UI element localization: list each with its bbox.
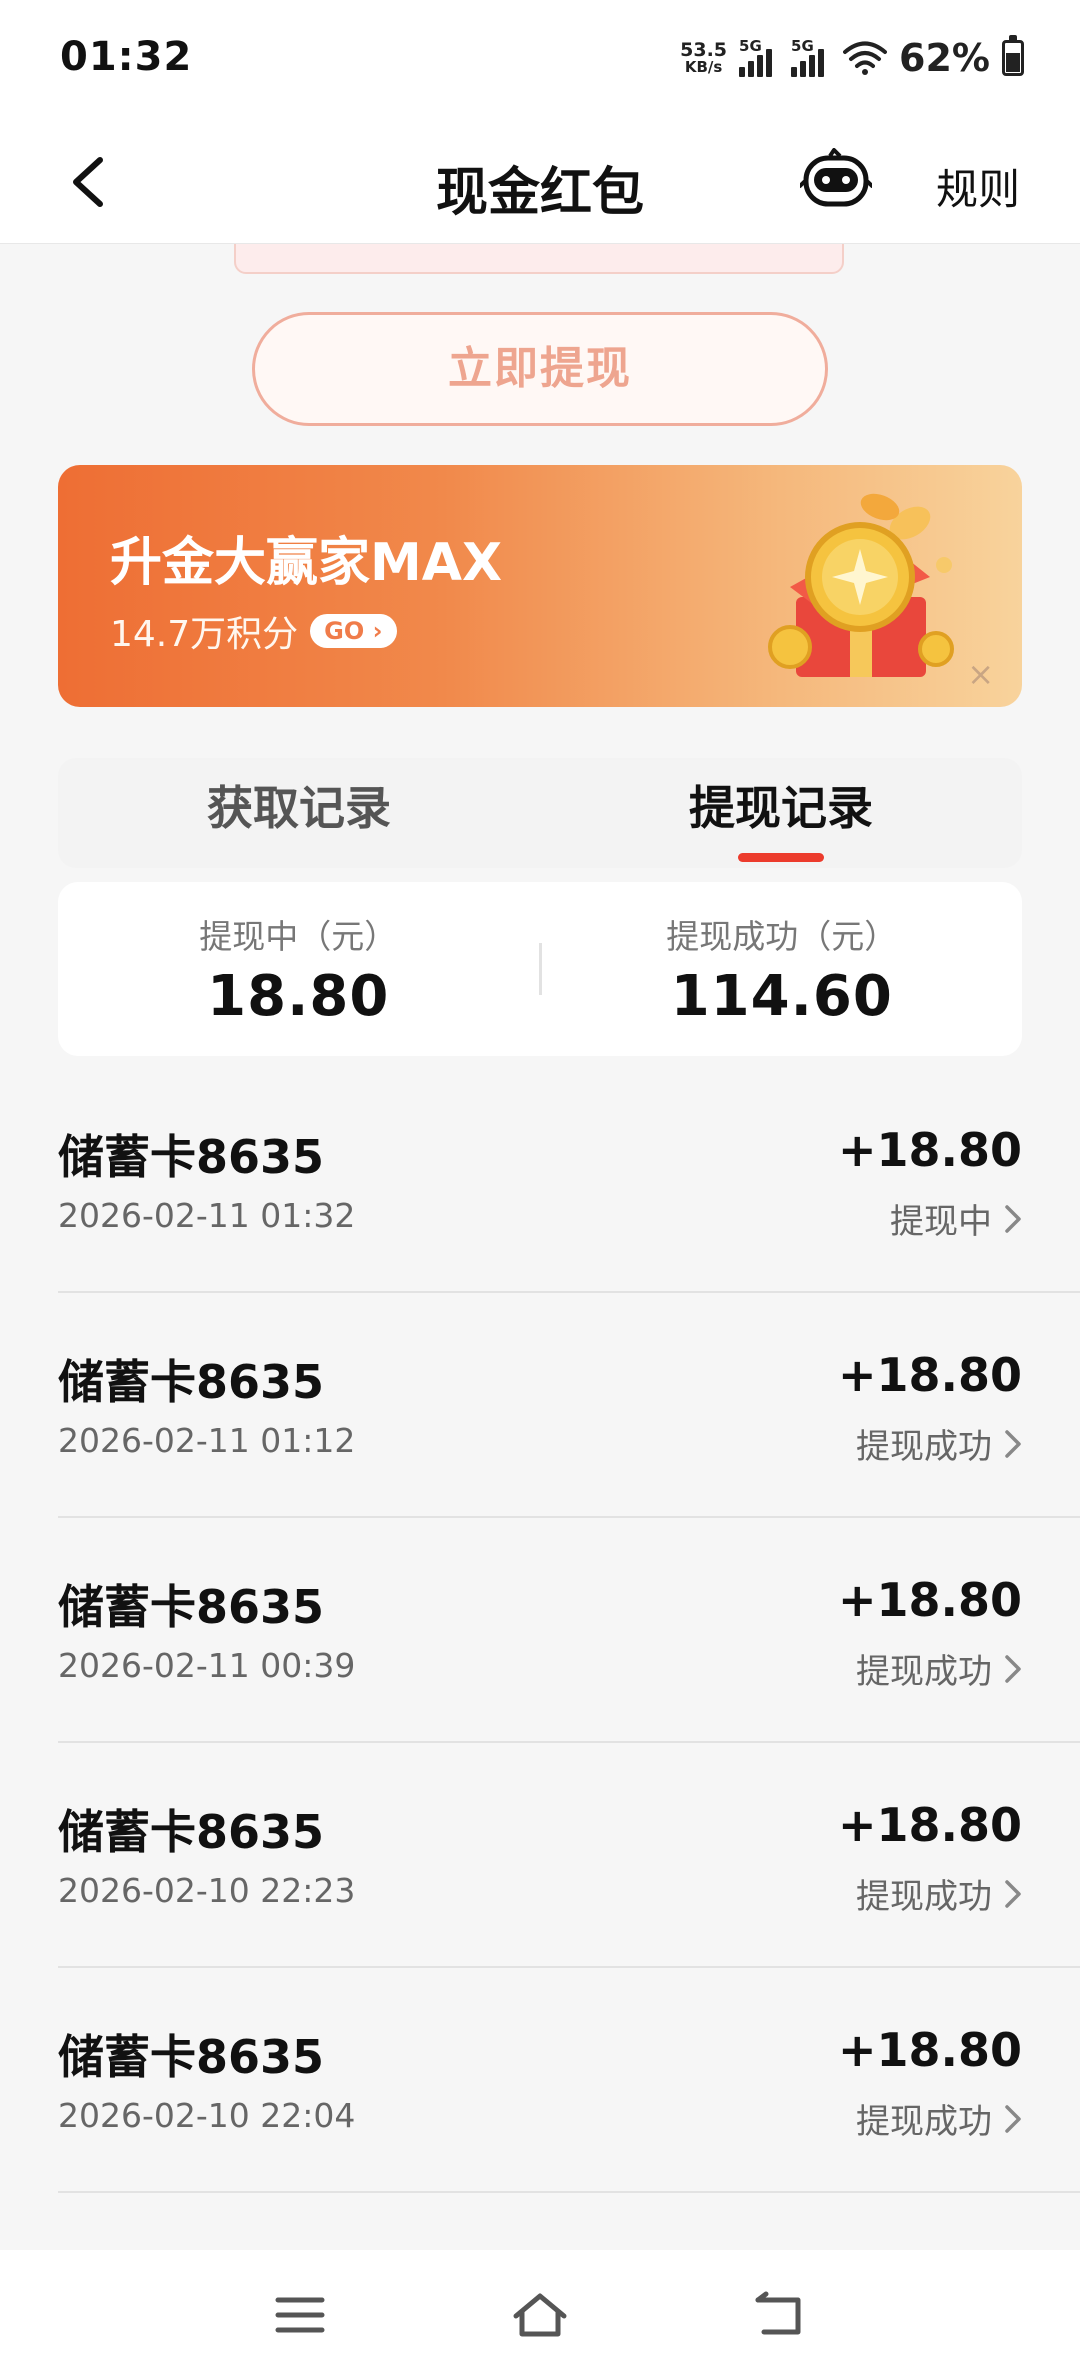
robot-icon[interactable] [800,148,872,212]
network-speed: 53.5 KB/s [680,41,727,75]
battery-icon [1002,35,1024,76]
chevron-right-icon [1005,1204,1021,1233]
list-item[interactable]: 储蓄卡8635 2026-02-11 01:32 +18.80 提现中 [0,1068,1080,1293]
go-label: GO [324,617,365,645]
chevron-right-icon [1005,2104,1021,2133]
chevron-right-icon [1005,1879,1021,1908]
record-amount: +18.80 [837,2023,1022,2077]
status-time: 01:32 [60,34,193,80]
record-card: 储蓄卡8635 [58,1130,325,1184]
record-status-text: 提现成功 [856,1652,992,1692]
summary-pending: 提现中（元） 18.80 [58,910,539,1029]
pending-value: 18.80 [207,963,390,1029]
list-item[interactable]: 储蓄卡8635 2026-02-11 01:12 +18.80 提现成功 [0,1293,1080,1518]
record-time: 2026-02-10 22:04 [58,2096,356,2135]
record-status-text: 提现成功 [856,1877,992,1917]
record-amount: +18.80 [837,1573,1022,1627]
pending-label: 提现中（元） [199,916,398,956]
record-card: 储蓄卡8635 [58,2030,325,2084]
network-speed-unit: KB/s [684,58,723,76]
signal-icon: 5G [739,37,779,77]
page-title: 现金红包 [435,163,644,223]
success-label: 提现成功（元） [666,916,898,956]
record-amount: +18.80 [837,1798,1022,1852]
success-value: 114.60 [670,963,893,1029]
record-status[interactable]: 提现成功 [856,1644,1022,1693]
withdraw-record-list: 储蓄卡8635 2026-02-11 01:32 +18.80 提现中 储蓄卡8… [0,1068,1080,2193]
app-header: 现金红包 规则 [0,120,1080,244]
home-icon[interactable] [510,2290,570,2340]
gift-box-icon [768,493,954,677]
banner-points: 14.7万积分 [110,614,299,655]
screen: 01:32 53.5 KB/s 5G 5G 62% 现金红包 规则 立即提现 升… [0,0,1080,2376]
record-status[interactable]: 提现中 [890,1194,1022,1243]
record-time: 2026-02-11 01:32 [58,1196,356,1235]
chevron-right-icon [1005,1429,1021,1458]
record-time: 2026-02-10 22:23 [58,1871,356,1910]
record-amount: +18.80 [837,1348,1022,1402]
battery-percent: 62% [899,36,990,80]
tab-withdraw-records[interactable]: 提现记录 [540,758,1022,868]
record-status-text: 提现成功 [856,1427,992,1467]
go-button[interactable]: GO › [310,614,397,648]
status-icons: 53.5 KB/s 5G 5G 62% [680,35,1024,80]
tab-label: 获取记录 [207,781,391,835]
record-status[interactable]: 提现成功 [856,2094,1022,2143]
withdraw-now-button[interactable]: 立即提现 [252,312,828,426]
record-status-text: 提现中 [890,1202,992,1242]
tab-earn-records[interactable]: 获取记录 [58,758,540,868]
record-status-text: 提现成功 [856,2102,992,2142]
banner-subtitle: 14.7万积分 GO › [110,605,397,657]
banner-title: 升金大赢家MAX [110,533,503,593]
record-time: 2026-02-11 00:39 [58,1646,356,1685]
chevron-right-icon [1005,1654,1021,1683]
record-card: 储蓄卡8635 [58,1805,325,1859]
record-amount: +18.80 [837,1123,1022,1177]
sim1-label: 5G [739,37,762,55]
tab-label: 提现记录 [689,781,873,835]
list-item[interactable]: 储蓄卡8635 2026-02-10 22:04 +18.80 提现成功 [0,1968,1080,2193]
menu-icon[interactable] [270,2290,330,2340]
promo-banner[interactable]: 升金大赢家MAX 14.7万积分 GO › × [58,465,1022,707]
active-tab-indicator [738,853,824,862]
rules-link[interactable]: 规则 [936,156,1020,217]
wifi-icon [843,41,888,75]
list-item[interactable]: 储蓄卡8635 2026-02-10 22:23 +18.80 提现成功 [0,1743,1080,1968]
record-card: 储蓄卡8635 [58,1355,325,1409]
close-icon[interactable]: × [967,655,994,693]
back-icon[interactable] [750,2290,810,2340]
withdraw-summary: 提现中（元） 18.80 提现成功（元） 114.60 [58,882,1022,1056]
record-tabs: 获取记录 提现记录 [58,758,1022,868]
record-status[interactable]: 提现成功 [856,1419,1022,1468]
sim2-label: 5G [791,37,814,55]
system-nav-bar [0,2250,1080,2376]
summary-success: 提现成功（元） 114.60 [542,910,1023,1029]
record-card: 储蓄卡8635 [58,1580,325,1634]
signal-icon: 5G [791,37,831,77]
status-bar: 01:32 53.5 KB/s 5G 5G 62% [0,0,1080,120]
record-status[interactable]: 提现成功 [856,1869,1022,1918]
record-time: 2026-02-11 01:12 [58,1421,356,1460]
list-item[interactable]: 储蓄卡8635 2026-02-11 00:39 +18.80 提现成功 [0,1518,1080,1743]
